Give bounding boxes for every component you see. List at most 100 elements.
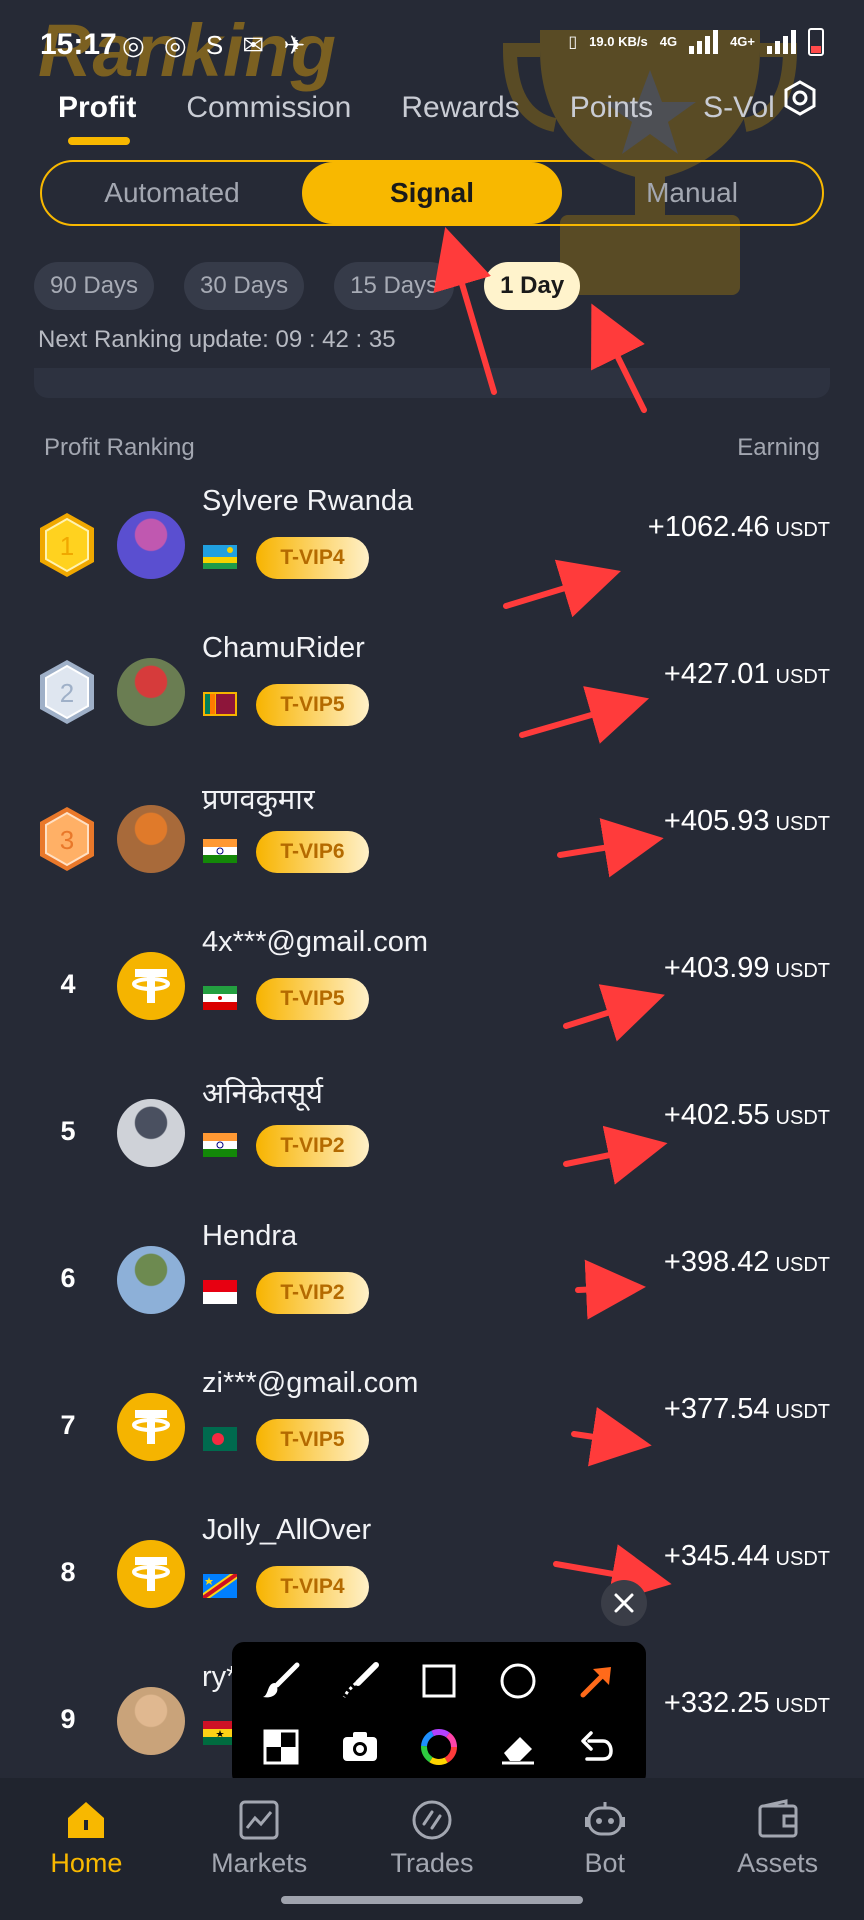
vip-badge: T-VIP6 <box>256 831 369 873</box>
avatar <box>117 1246 185 1314</box>
settings-gear-icon[interactable] <box>782 80 818 116</box>
rank-medal-number: 2 <box>60 678 74 708</box>
earning-amount: +332.25 <box>663 1687 770 1719</box>
user-name: Sylvere Rwanda <box>202 485 414 517</box>
tab-commission[interactable]: Commission <box>186 91 351 125</box>
signal-icon <box>689 30 719 54</box>
earning-unit: USDT <box>775 1401 830 1423</box>
earning-amount: +402.55 <box>663 1099 770 1131</box>
earning-value: +427.01 USDT <box>664 658 830 691</box>
mosaic-icon[interactable] <box>259 1725 303 1769</box>
rank-number: 7 <box>60 1410 76 1440</box>
tab-profit[interactable]: Profit <box>58 91 136 145</box>
user-name: अनिकेतसूर्य <box>202 1078 323 1110</box>
strategy-segmented-control: Automated Signal Manual <box>40 160 824 226</box>
period-1-day[interactable]: 1 Day <box>484 262 581 310</box>
avatar <box>117 511 185 579</box>
nav-bot-label: Bot <box>584 1848 626 1878</box>
annotation-toolbar <box>232 1642 646 1786</box>
dr-congo-flag-icon <box>203 1574 237 1598</box>
vip-badge: T-VIP5 <box>256 684 369 726</box>
markets-icon <box>239 1800 279 1840</box>
period-15-days[interactable]: 15 Days <box>334 262 455 310</box>
ranking-row[interactable]: 5 अनिकेतसूर्य T-VIP2 +402.55 USDT <box>0 1059 864 1206</box>
camera-icon[interactable] <box>338 1725 382 1769</box>
earning-amount: +377.54 <box>663 1393 770 1425</box>
rank-number: 5 <box>60 1116 76 1146</box>
period-90-days[interactable]: 90 Days <box>34 262 155 310</box>
earning-unit: USDT <box>775 519 830 541</box>
nav-assets[interactable]: Assets <box>691 1778 864 1920</box>
period-30-days[interactable]: 30 Days <box>184 262 305 310</box>
earning-amount: +398.42 <box>663 1246 770 1278</box>
bot-icon <box>584 1802 625 1836</box>
avatar <box>117 1099 185 1167</box>
status-time: 15:17 <box>40 28 117 61</box>
earning-amount: +345.44 <box>663 1540 770 1572</box>
list-header-left: Profit Ranking <box>44 434 195 461</box>
user-name: 4x***@gmail.com <box>202 926 429 958</box>
rank-number: 8 <box>60 1557 76 1587</box>
earning-value: +403.99 USDT <box>664 952 830 985</box>
user-name: ChamuRider <box>202 632 365 664</box>
earning-unit: USDT <box>775 1695 830 1717</box>
rank-medal-icon: 2 <box>40 660 94 724</box>
ranking-row[interactable]: 7 zi***@gmail.com T-VIP5 +377.54 USDT <box>0 1353 864 1500</box>
earning-amount: +403.99 <box>663 952 770 984</box>
ranking-row[interactable]: 8 Jolly_AllOver T-VIP4 +345.44 USDT <box>0 1500 864 1647</box>
tab-s-vol[interactable]: S-Vol <box>703 91 775 125</box>
rank-number: 6 <box>60 1263 76 1293</box>
ranking-row[interactable]: 2 ChamuRider T-VIP5 +427.01 USDT <box>0 618 864 765</box>
color-wheel-icon[interactable] <box>417 1725 461 1769</box>
nav-home-label: Home <box>50 1848 123 1878</box>
nav-home[interactable]: Home <box>0 1778 173 1920</box>
rank-medal-number: 3 <box>60 825 74 855</box>
undo-icon[interactable] <box>575 1725 619 1769</box>
avatar <box>117 1540 185 1608</box>
vip-badge: T-VIP5 <box>256 1419 369 1461</box>
period-filter: 90 Days 30 Days 15 Days 1 Day <box>34 262 581 310</box>
earning-unit: USDT <box>775 960 830 982</box>
ranking-row[interactable]: 6 Hendra T-VIP2 +398.42 USDT <box>0 1206 864 1353</box>
tether-logo-icon <box>132 969 170 1003</box>
rectangle-icon[interactable] <box>417 1659 461 1703</box>
india-flag-icon <box>203 839 237 863</box>
segment-signal[interactable]: Signal <box>302 162 562 224</box>
avatar <box>117 952 185 1020</box>
avatar <box>117 658 185 726</box>
tether-logo-icon <box>132 1557 170 1591</box>
circle-icon[interactable] <box>496 1659 540 1703</box>
earning-unit: USDT <box>775 1548 830 1570</box>
rank-medal-number: 1 <box>60 531 74 561</box>
arrow-icon[interactable] <box>575 1659 619 1703</box>
tether-logo-icon <box>132 1410 170 1444</box>
segment-manual[interactable]: Manual <box>562 162 822 224</box>
earning-value: +332.25 USDT <box>664 1687 830 1720</box>
segment-automated[interactable]: Automated <box>42 162 302 224</box>
bangladesh-flag-icon <box>203 1427 237 1451</box>
earning-value: +398.42 USDT <box>664 1246 830 1279</box>
nav-markets-label: Markets <box>211 1848 308 1878</box>
earning-value: +345.44 USDT <box>664 1540 830 1573</box>
brush-icon[interactable] <box>259 1659 303 1703</box>
highlighter-icon[interactable] <box>338 1659 382 1703</box>
divider <box>34 368 830 398</box>
signal-icon-2 <box>767 30 796 54</box>
tab-points[interactable]: Points <box>570 91 653 125</box>
earning-amount: +1062.46 <box>647 511 770 543</box>
earning-value: +402.55 USDT <box>664 1099 830 1132</box>
toolbar-close-button[interactable] <box>601 1580 647 1626</box>
ranking-row[interactable]: 1 Sylvere Rwanda T-VIP4 +1062.46 USDT <box>0 471 864 618</box>
eraser-icon[interactable] <box>496 1725 540 1769</box>
nav-assets-label: Assets <box>737 1848 819 1878</box>
ranking-row[interactable]: 3 प्रणवकुमार T-VIP6 +405.93 USDT <box>0 765 864 912</box>
avatar <box>117 1393 185 1461</box>
battery-icon <box>808 28 824 56</box>
earning-unit: USDT <box>775 1107 830 1129</box>
vip-badge: T-VIP2 <box>256 1125 369 1167</box>
user-name: Hendra <box>202 1220 298 1252</box>
category-tabs: Profit Commission Rewards Points S-Vol <box>58 78 834 145</box>
earning-unit: USDT <box>775 813 830 835</box>
tab-rewards[interactable]: Rewards <box>401 91 519 125</box>
ranking-row[interactable]: 4 4x***@gmail.com T-VIP5 +403.99 USDT <box>0 912 864 1059</box>
